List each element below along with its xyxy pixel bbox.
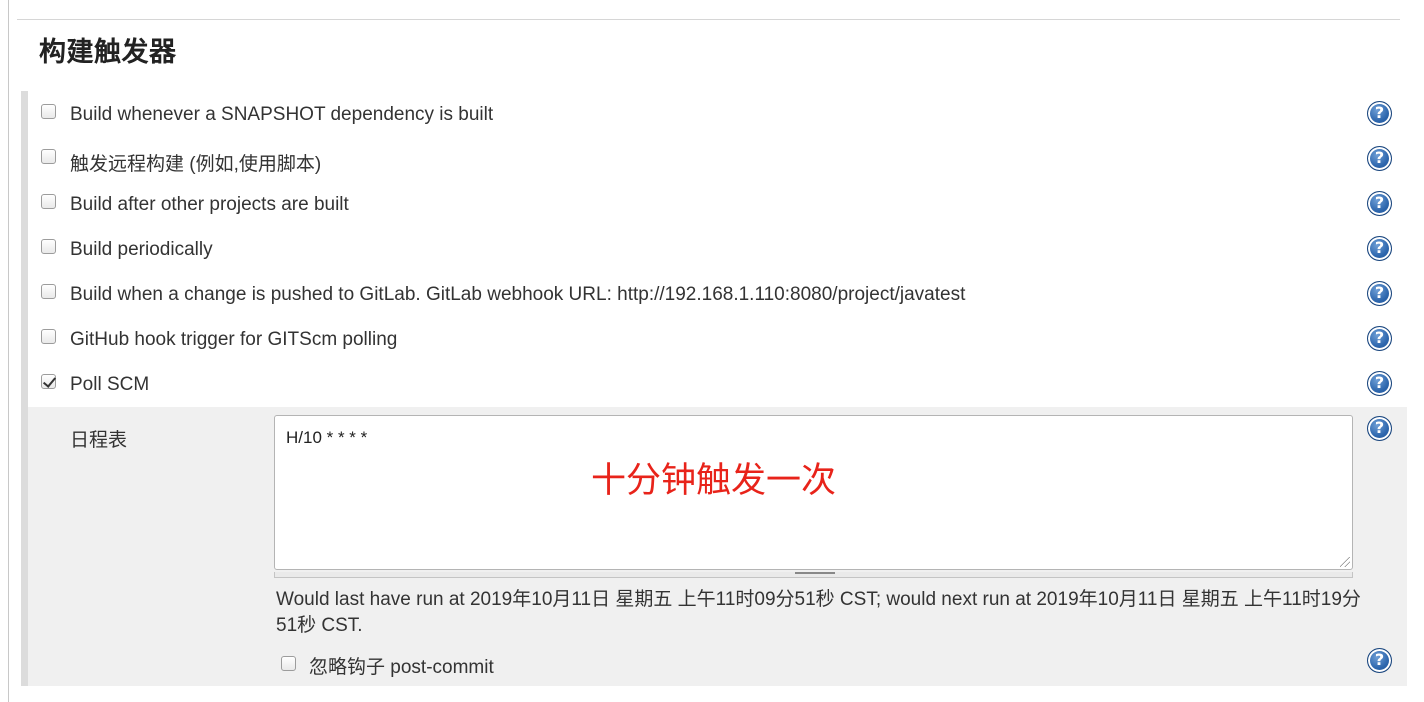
help-icon[interactable]: ? (1367, 236, 1392, 261)
schedule-label: 日程表 (70, 430, 128, 451)
trigger-poll-scm-checkbox[interactable] (41, 374, 56, 389)
trigger-label: Build when a change is pushed to GitLab.… (70, 284, 966, 305)
help-icon[interactable]: ? (1367, 371, 1392, 396)
trigger-remote-build[interactable]: 触发远程构建 (例如,使用脚本) ? (21, 136, 1407, 181)
trigger-label: Build periodically (70, 239, 213, 260)
help-icon[interactable]: ? (1367, 416, 1392, 441)
help-icon[interactable]: ? (1367, 648, 1392, 673)
trigger-github-hook-checkbox[interactable] (41, 329, 56, 344)
trigger-build-periodically-checkbox[interactable] (41, 239, 56, 254)
trigger-github-hook[interactable]: GitHub hook trigger for GITScm polling ? (21, 316, 1407, 361)
schedule-run-info: Would last have run at 2019年10月11日 星期五 上… (276, 589, 1361, 636)
trigger-after-other-projects[interactable]: Build after other projects are built ? (21, 181, 1407, 226)
schedule-value: H/10 * * * * (286, 428, 368, 447)
trigger-remote-build-checkbox[interactable] (41, 149, 56, 164)
help-icon[interactable]: ? (1367, 146, 1392, 171)
trigger-gitlab-push[interactable]: Build when a change is pushed to GitLab.… (21, 271, 1407, 316)
trigger-label: GitHub hook trigger for GITScm polling (70, 329, 398, 350)
trigger-gitlab-push-checkbox[interactable] (41, 284, 56, 299)
section-divider (17, 19, 1400, 20)
textarea-resize-bar[interactable] (274, 572, 1353, 578)
help-icon[interactable]: ? (1367, 326, 1392, 351)
trigger-label: Build whenever a SNAPSHOT dependency is … (70, 104, 494, 125)
section-title: 构建触发器 (39, 37, 177, 68)
schedule-annotation: 十分钟触发一次 (591, 461, 837, 501)
page-left-border (8, 0, 9, 702)
trigger-snapshot-dependency-checkbox[interactable] (41, 104, 56, 119)
trigger-label: Poll SCM (70, 374, 150, 395)
schedule-textarea[interactable]: H/10 * * * * 十分钟触发一次 (274, 415, 1353, 570)
help-icon[interactable]: ? (1367, 191, 1392, 216)
ignore-post-commit-label: 忽略钩子 post-commit (309, 657, 494, 678)
trigger-label: Build after other projects are built (70, 194, 349, 215)
textarea-resize-grip[interactable] (1340, 557, 1350, 567)
resize-handle-icon (795, 572, 835, 574)
trigger-build-periodically[interactable]: Build periodically ? (21, 226, 1407, 271)
trigger-after-other-projects-checkbox[interactable] (41, 194, 56, 209)
poll-scm-panel: 日程表 H/10 * * * * 十分钟触发一次 ? Would last ha… (28, 407, 1407, 686)
trigger-poll-scm[interactable]: Poll SCM ? (21, 361, 1407, 406)
trigger-snapshot-dependency[interactable]: Build whenever a SNAPSHOT dependency is … (21, 91, 1407, 136)
trigger-label: 触发远程构建 (例如,使用脚本) (70, 154, 322, 175)
build-triggers-section: Build whenever a SNAPSHOT dependency is … (21, 91, 1407, 686)
help-icon[interactable]: ? (1367, 281, 1392, 306)
ignore-post-commit-checkbox[interactable] (281, 656, 296, 671)
help-icon[interactable]: ? (1367, 101, 1392, 126)
